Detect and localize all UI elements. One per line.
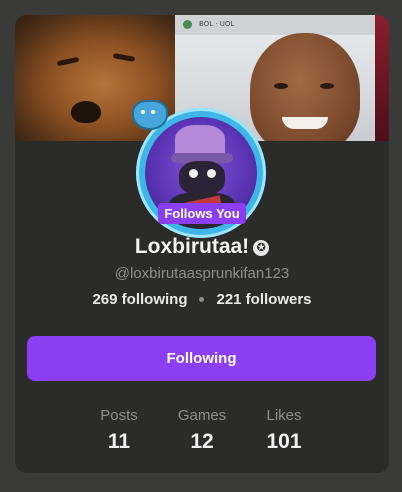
follow-stats: 269 following 221 followers — [15, 289, 389, 309]
likes-value: 101 — [266, 430, 302, 453]
username-handle: @loxbirutaasprunkifan123 — [114, 265, 290, 282]
tv-topbar: BOL · UOL — [175, 15, 375, 35]
dot-separator-icon — [199, 296, 205, 302]
profile-card: BOL · UOL Follows You Loxbirutaa! ✪ @lox… — [15, 15, 389, 473]
dog-eye-right — [112, 53, 136, 62]
games-value: 12 — [190, 430, 214, 453]
dog-eye-left — [56, 56, 80, 67]
posts-value: 11 — [107, 430, 131, 453]
avatar-eye-right — [207, 169, 216, 178]
face-eye-right — [320, 83, 334, 89]
following-count-link[interactable]: 269 following — [92, 291, 187, 308]
avatar-head — [179, 161, 225, 195]
banner-face — [250, 33, 360, 141]
banner-edge — [375, 15, 389, 141]
display-name: Loxbirutaa! — [134, 235, 250, 258]
avatar-decoration-icon — [132, 100, 168, 130]
following-button[interactable]: Following — [27, 336, 376, 381]
avatar-eye-left — [189, 169, 198, 178]
face-smile — [282, 117, 328, 129]
posts-stat[interactable]: Posts 11 — [79, 407, 159, 454]
profile-counts: Posts 11 Games 12 Likes 101 — [15, 407, 389, 457]
followers-count-link[interactable]: 221 followers — [216, 291, 311, 308]
games-stat[interactable]: Games 12 — [162, 407, 242, 454]
posts-label: Posts — [100, 407, 138, 424]
tv-logo-icon — [183, 20, 192, 29]
name-row: Loxbirutaa! ✪ — [15, 232, 389, 262]
verified-badge-icon: ✪ — [253, 240, 270, 256]
tv-topbar-text: BOL · UOL — [199, 20, 235, 28]
games-label: Games — [177, 407, 227, 424]
follows-you-badge: Follows You — [158, 203, 246, 224]
face-eye-left — [274, 83, 288, 89]
likes-stat[interactable]: Likes 101 — [244, 407, 324, 454]
likes-label: Likes — [266, 407, 302, 424]
dog-nose — [71, 101, 101, 123]
